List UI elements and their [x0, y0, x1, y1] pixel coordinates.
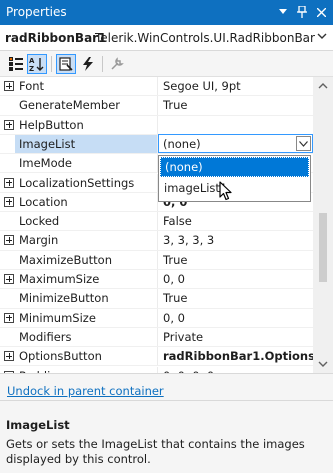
property-name: LocalizationSettings: [19, 175, 135, 190]
vertical-scrollbar[interactable]: [313, 77, 333, 373]
chevron-down-icon[interactable]: [296, 136, 311, 151]
dropdown-option-none[interactable]: (none): [160, 157, 309, 177]
column-separator: [157, 289, 158, 308]
expand-plus-icon[interactable]: [4, 274, 14, 284]
property-value[interactable]: 0, 0: [163, 311, 185, 325]
categorized-icon[interactable]: [6, 54, 26, 74]
property-name: OptionsButton: [19, 349, 102, 364]
object-selector[interactable]: radRibbonBar1 Telerik.WinControls.UI.Rad…: [0, 25, 333, 51]
property-name: GenerateMember: [19, 98, 121, 113]
events-icon[interactable]: [78, 54, 98, 74]
column-separator: [157, 308, 158, 327]
property-value[interactable]: 3, 3, 3, 3: [163, 233, 214, 247]
dropdown-option-imagelist1[interactable]: imageList1: [160, 179, 309, 199]
expand-plus-icon[interactable]: [4, 177, 14, 188]
close-icon[interactable]: [313, 4, 329, 20]
window-title: Properties: [6, 5, 67, 19]
expand-plus-icon[interactable]: [4, 196, 14, 207]
property-row[interactable]: Margin 3, 3, 3, 3: [0, 231, 313, 251]
expand-plus-icon[interactable]: [4, 312, 14, 323]
property-value[interactable]: 0, 0: [163, 272, 185, 286]
property-row[interactable]: Modifiers Private: [0, 327, 313, 348]
property-row[interactable]: HelpButton: [0, 115, 313, 135]
window-options-icon[interactable]: [275, 4, 291, 20]
description-panel: ImageList Gets or sets the ImageList tha…: [0, 400, 333, 473]
property-row[interactable]: MinimumSize 0, 0: [0, 308, 313, 328]
property-row[interactable]: MaximumSize 0, 0: [0, 270, 313, 290]
column-separator: [157, 347, 158, 366]
property-value[interactable]: radRibbonBar1.OptionsBut: [163, 349, 313, 363]
expand-plus-icon[interactable]: [4, 81, 14, 91]
alphabetical-icon[interactable]: A Z: [27, 54, 47, 74]
expand-plus-icon[interactable]: [4, 235, 14, 246]
undock-link[interactable]: Undock in parent container: [7, 384, 164, 398]
column-separator: [157, 270, 158, 289]
property-value[interactable]: False: [163, 214, 192, 228]
property-grid: Font Segoe UI, 9pt GenerateMember True HelpB…: [0, 77, 313, 373]
property-name: MinimumSize: [19, 310, 96, 325]
object-type: Telerik.WinControls.UI.RadRibbonBar: [95, 31, 315, 45]
property-name: Location: [19, 194, 68, 209]
property-name: ImeMode: [19, 156, 73, 171]
expand-plus-icon[interactable]: [4, 119, 14, 130]
imagelist-value-combo[interactable]: (none): [158, 134, 313, 153]
property-value[interactable]: True: [163, 253, 187, 267]
chevron-down-icon[interactable]: [317, 31, 327, 41]
combo-value: (none): [163, 137, 201, 151]
property-row[interactable]: OptionsButton radRibbonBar1.OptionsBut: [0, 347, 313, 367]
column-separator: [157, 96, 158, 115]
expand-plus-icon[interactable]: [4, 351, 14, 362]
scroll-up-icon[interactable]: [318, 81, 328, 91]
property-row[interactable]: MinimizeButton True: [0, 289, 313, 309]
description-text: Gets or sets the ImageList that contains…: [6, 437, 305, 466]
object-name: radRibbonBar1: [5, 31, 107, 45]
property-name: MaximumSize: [19, 272, 100, 286]
column-separator: [157, 212, 158, 231]
properties-icon[interactable]: [56, 54, 76, 74]
property-row[interactable]: GenerateMember True: [0, 96, 313, 116]
toolbar-separator: [102, 56, 103, 72]
commands-panel: Undock in parent container: [0, 373, 333, 400]
toolbar-separator: [51, 56, 52, 72]
svg-text:A: A: [29, 57, 35, 65]
properties-toolbar: A Z: [0, 51, 333, 77]
property-pages-icon[interactable]: [107, 54, 127, 74]
property-name: HelpButton: [19, 117, 84, 132]
column-separator: [157, 115, 158, 134]
description-title: ImageList: [6, 418, 70, 432]
window-controls: [275, 4, 329, 20]
column-separator: [157, 327, 158, 347]
mouse-cursor-icon: [219, 181, 232, 201]
imagelist-dropdown: (none) imageList1: [158, 155, 311, 202]
property-value[interactable]: Private: [163, 330, 203, 344]
column-separator: [157, 250, 158, 269]
pin-icon[interactable]: [294, 4, 310, 20]
property-name: MinimizeButton: [19, 291, 109, 306]
property-value[interactable]: True: [163, 291, 187, 305]
property-name: Font: [19, 79, 45, 93]
column-separator: [157, 77, 158, 96]
scroll-down-icon[interactable]: [318, 359, 328, 369]
property-value[interactable]: True: [163, 98, 187, 112]
svg-text:Z: Z: [29, 65, 34, 72]
property-name: Locked: [19, 214, 60, 229]
property-name: Margin: [19, 233, 59, 248]
property-row[interactable]: MaximizeButton True: [0, 250, 313, 270]
properties-titlebar: Properties: [0, 0, 333, 25]
property-name: Modifiers: [19, 329, 72, 344]
property-name: MaximizeButton: [19, 252, 112, 267]
property-row[interactable]: Font Segoe UI, 9pt: [0, 77, 313, 97]
column-separator: [157, 231, 158, 250]
property-row[interactable]: Locked False: [0, 212, 313, 232]
property-value[interactable]: Segoe UI, 9pt: [163, 79, 241, 93]
property-name: ImageList: [19, 136, 76, 151]
scroll-thumb[interactable]: [319, 213, 327, 282]
